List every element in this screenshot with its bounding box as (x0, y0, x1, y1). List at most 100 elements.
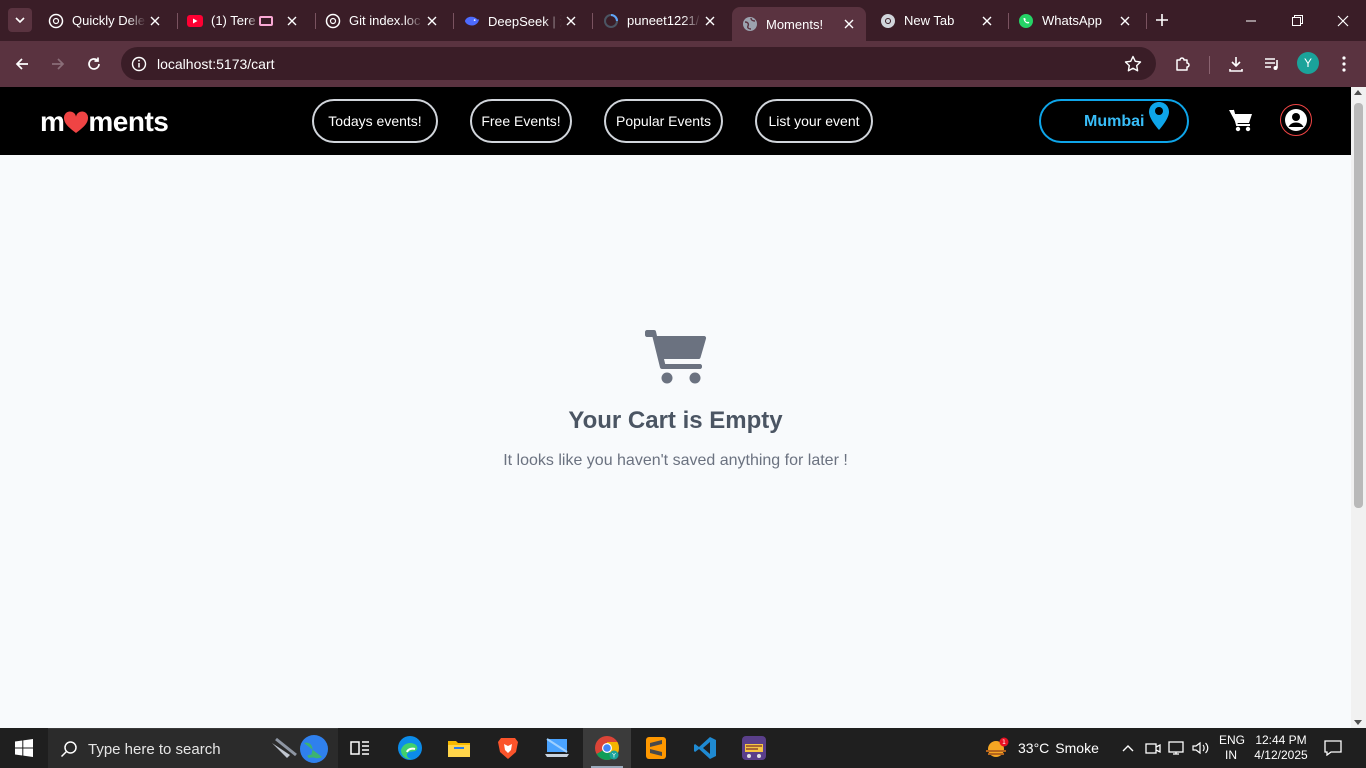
close-icon[interactable] (283, 12, 301, 30)
nav-list-event-button[interactable]: List your event (755, 99, 873, 143)
url-text[interactable]: localhost:5173/cart (157, 56, 275, 72)
ethernet-icon (1168, 741, 1184, 755)
game-app-icon (742, 736, 766, 760)
page-scrollbar[interactable] (1351, 87, 1366, 728)
taskbar-app-sublime[interactable] (632, 728, 680, 768)
nav-free-events-button[interactable]: Free Events! (470, 99, 572, 143)
site-info-icon[interactable] (129, 54, 148, 73)
weather-temperature: 33°C (1018, 740, 1050, 756)
cart-button[interactable] (1228, 107, 1254, 133)
tab-title: Moments! (766, 16, 824, 32)
camera-icon (1145, 743, 1161, 754)
tab-title: (1) Tere H (211, 13, 259, 28)
scroll-down-arrow-icon[interactable] (1354, 720, 1362, 725)
weather-widget[interactable]: 1 33°C Smoke (984, 728, 1099, 768)
nav-todays-events-button[interactable]: Todays events! (312, 99, 438, 143)
close-window-button[interactable] (1320, 0, 1366, 41)
start-button[interactable] (0, 728, 48, 768)
close-icon[interactable] (840, 15, 858, 33)
nav-popular-events-button[interactable]: Popular Events (604, 99, 723, 143)
browser-tab-active[interactable]: Moments! (732, 7, 866, 41)
task-view-button[interactable] (336, 728, 384, 768)
region-code: IN (1225, 748, 1237, 762)
scroll-up-arrow-icon[interactable] (1354, 90, 1362, 95)
reload-button[interactable] (81, 51, 107, 77)
new-tab-button[interactable] (1150, 8, 1174, 32)
page-viewport: m ments Todays events! Free Events! Popu… (0, 87, 1351, 728)
arrow-left-icon (15, 58, 28, 70)
taskbar-app-chrome[interactable]: Y (583, 728, 631, 768)
youtube-icon (187, 13, 203, 29)
close-icon (1337, 15, 1349, 26)
system-clock[interactable]: 12:44 PM 4/12/2025 (1252, 733, 1310, 763)
sublime-text-icon (646, 737, 666, 759)
chrome-icon: Y (595, 736, 619, 761)
speaker-icon (1192, 741, 1209, 755)
back-button[interactable] (9, 51, 35, 77)
input-language-indicator[interactable]: ENG IN (1219, 733, 1246, 763)
network-icon[interactable] (1166, 738, 1186, 758)
empty-cart-message: It looks like you haven't saved anything… (503, 452, 848, 469)
brave-icon (498, 738, 518, 759)
browser-tab[interactable]: puneet1221/ (593, 6, 727, 35)
chevron-down-icon (15, 17, 25, 24)
user-account-button[interactable] (1280, 104, 1312, 136)
close-icon[interactable] (978, 12, 996, 30)
restore-button[interactable] (1274, 0, 1320, 41)
browser-tab[interactable]: (1) Tere H (177, 6, 311, 35)
meet-now-icon[interactable] (1143, 738, 1163, 758)
minimize-button[interactable] (1228, 0, 1274, 41)
clock-time: 12:44 PM (1255, 733, 1307, 747)
show-hidden-icons-button[interactable] (1118, 738, 1138, 758)
profile-avatar[interactable]: Y (1297, 52, 1319, 74)
browser-tab[interactable]: Quickly Dele (38, 6, 172, 35)
svg-text:1: 1 (1002, 738, 1006, 746)
scrollbar-thumb[interactable] (1354, 103, 1363, 508)
extensions-icon[interactable] (1171, 52, 1195, 76)
svg-text:Y: Y (611, 753, 616, 760)
taskbar-app-pc[interactable] (533, 728, 581, 768)
windows-taskbar: Type here to search Y 1 33°C Smoke ENG I… (0, 728, 1366, 768)
taskbar-app-edge[interactable] (386, 728, 434, 768)
taskbar-app-game[interactable] (730, 728, 778, 768)
close-icon[interactable] (423, 12, 441, 30)
volume-icon[interactable] (1191, 738, 1211, 758)
taskbar-app-vscode[interactable] (681, 728, 729, 768)
site-logo[interactable]: m ments (40, 106, 169, 137)
browser-tab[interactable]: New Tab (870, 6, 1004, 35)
openai-icon (48, 13, 64, 29)
address-bar[interactable]: localhost:5173/cart (121, 47, 1156, 80)
taskbar-search-box[interactable]: Type here to search (48, 728, 338, 768)
city-selector-button[interactable]: Mumbai (1039, 99, 1189, 143)
close-icon[interactable] (146, 12, 164, 30)
empty-cart-title: Your Cart is Empty (568, 407, 783, 434)
tab-title: Quickly Dele (72, 13, 145, 28)
media-control-icon[interactable] (1260, 52, 1284, 76)
city-label: Mumbai (1084, 113, 1145, 130)
browser-tab[interactable]: WhatsApp (1008, 6, 1142, 35)
cart-icon (1229, 109, 1252, 132)
search-icon (60, 741, 77, 758)
browser-tab[interactable]: Git index.loc (315, 6, 449, 35)
taskbar-app-brave[interactable] (484, 728, 532, 768)
close-icon[interactable] (562, 12, 580, 30)
download-icon[interactable] (1224, 52, 1248, 76)
more-menu-icon[interactable] (1332, 52, 1356, 76)
notifications-button[interactable] (1323, 738, 1343, 758)
edge-icon (398, 736, 422, 760)
loading-icon (603, 13, 619, 29)
location-pin-icon (1149, 102, 1169, 130)
taskbar-app-file-explorer[interactable] (435, 728, 483, 768)
browser-tab[interactable]: DeepSeek | 深 (454, 6, 588, 35)
tab-title: puneet1221/ (627, 13, 700, 28)
language-code: ENG (1219, 733, 1246, 747)
forward-button[interactable] (45, 51, 71, 77)
logo-text-suffix: ments (88, 106, 169, 137)
tab-search-button[interactable] (8, 8, 32, 32)
heart-icon (64, 111, 89, 133)
close-icon[interactable] (1116, 12, 1134, 30)
close-icon[interactable] (701, 12, 719, 30)
bookmark-star-icon[interactable] (1124, 55, 1142, 73)
weather-condition: Smoke (1055, 740, 1099, 756)
empty-cart-icon (645, 330, 707, 384)
